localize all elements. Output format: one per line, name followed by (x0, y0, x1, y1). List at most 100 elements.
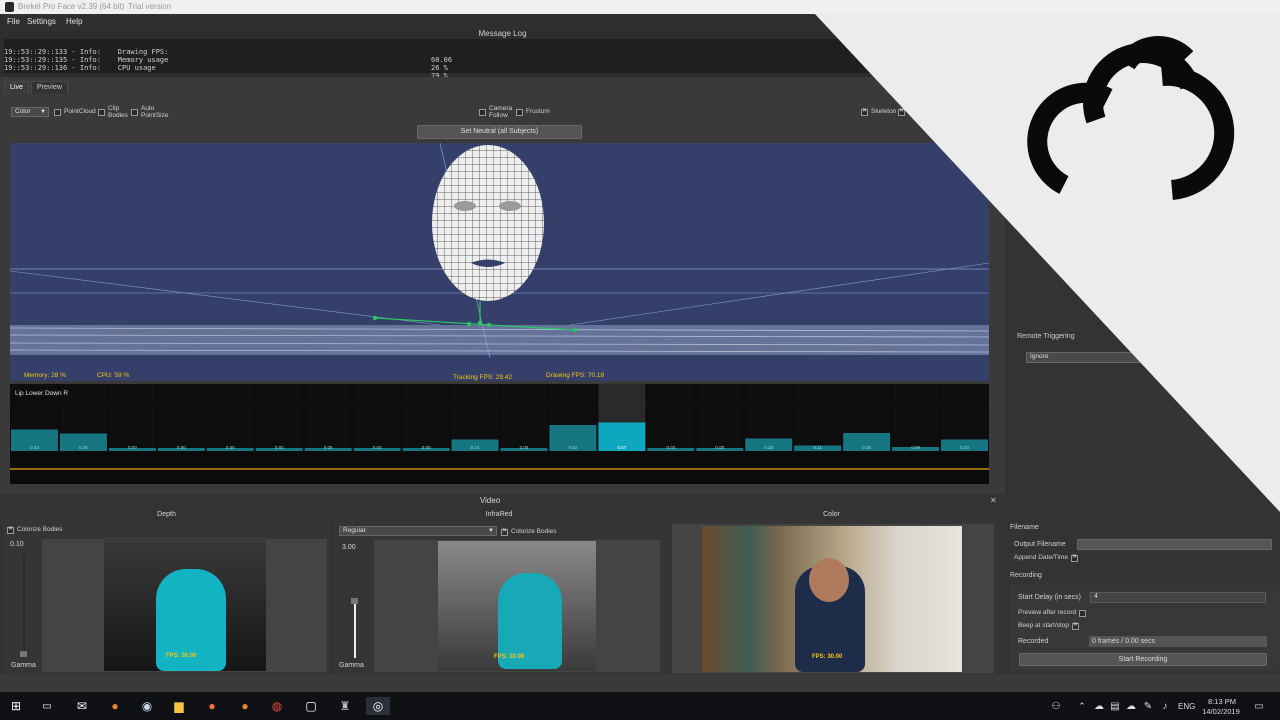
clip-bodies-label: Clip Bodies (108, 105, 128, 119)
pen-icon[interactable]: ✎ (1139, 697, 1157, 715)
extra-checkbox[interactable] (898, 108, 905, 116)
graph-cell (892, 384, 940, 451)
mail-icon[interactable]: ✉ (73, 697, 91, 715)
infrared-mode-select[interactable]: Regular ▼ (339, 526, 497, 536)
log-value: 26 % (431, 64, 448, 72)
log-row: 19::53::29::133 - Info: Drawing FPS: 60.… (4, 40, 452, 64)
remote-trigger-select[interactable]: Ignore (1026, 352, 1166, 363)
menu-file[interactable]: File (7, 17, 20, 26)
disabled-settings-group (1016, 370, 1236, 470)
folder-icon[interactable]: ▆ (170, 697, 188, 715)
append-datetime-checkbox[interactable]: Append Date/Time (1014, 554, 1078, 562)
app-icon (5, 2, 14, 12)
color-camera-image: FPS: 30.00 (702, 526, 962, 672)
graph-bar-label: 0.57 (617, 445, 626, 450)
graph-bar-label: 0.00 (226, 445, 235, 450)
menu-settings[interactable]: Settings (27, 17, 56, 26)
checkbox-box (898, 108, 905, 116)
menu-help[interactable]: Help (66, 17, 82, 26)
start-delay-input[interactable]: 4 (1090, 592, 1266, 603)
log-text: 19::53::29::136 - Info: CPU usage (4, 64, 156, 72)
obs-icon[interactable]: ◎ (366, 697, 390, 715)
task-view-icon[interactable]: ▭ (38, 697, 56, 715)
graph-bar-label: 0.25 (764, 445, 773, 450)
infrared-colorize-checkbox[interactable]: Colorize Bodies (501, 528, 557, 536)
skeleton-checkbox[interactable]: Skeleton (861, 108, 896, 116)
checkbox-box (501, 528, 508, 536)
blender-icon[interactable]: ● (236, 697, 254, 715)
3d-viewport[interactable]: Memory: 28 % CPU: 59 % Tracking FPS: 29.… (10, 143, 989, 381)
tab-preview[interactable]: Preview (31, 81, 68, 94)
chevron-down-icon: ▼ (40, 109, 46, 115)
chrome-icon[interactable]: ◍ (268, 697, 286, 715)
checkbox-box (98, 109, 105, 116)
graph-title: Lip Lower Down R (15, 390, 68, 397)
filename-section: Filename (1010, 524, 1039, 531)
depth-colorize-checkbox[interactable]: Colorize Bodies (7, 526, 63, 534)
blender-icon[interactable]: ● (106, 697, 124, 715)
checkbox-box (516, 109, 523, 116)
color-mode-select[interactable]: Color ▼ (11, 107, 49, 117)
start-recording-button[interactable]: Start Recording (1019, 653, 1267, 666)
tab-bar: Live Preview (0, 81, 1000, 95)
beep-label: Beep at start/stop (1018, 622, 1069, 629)
volume-icon[interactable]: ♪ (1156, 697, 1174, 715)
chevron-up-icon[interactable]: ⌃ (1073, 697, 1091, 715)
checkbox-box (1070, 554, 1078, 562)
preview-after-record-checkbox[interactable]: Preview after record (1018, 609, 1087, 617)
camera-follow-label: Camera Follow (489, 105, 513, 119)
message-log-list[interactable]: 19::53::29::133 - Info: Drawing FPS: 60.… (4, 39, 994, 80)
clock-time[interactable]: 8:13 PM (1202, 697, 1242, 706)
graph-cell (353, 384, 401, 451)
output-filename-input[interactable] (1077, 539, 1272, 550)
brekel-icon[interactable]: ♜ (336, 697, 354, 715)
color-title: Color (823, 511, 840, 518)
people-icon[interactable]: ⚇ (1047, 697, 1065, 715)
graph-bar-label: 0.11 (813, 445, 822, 450)
checkbox-box (1071, 622, 1079, 630)
oculus-icon[interactable]: ▢ (302, 697, 320, 715)
pointcloud-checkbox[interactable]: PointCloud (54, 108, 96, 116)
graph-cell (500, 384, 548, 451)
graph-bar-label: 0.00 (128, 445, 137, 450)
graph-bar-label: 0.23 (471, 445, 480, 450)
beep-checkbox[interactable]: Beep at start/stop (1018, 622, 1079, 630)
slider-handle[interactable] (20, 651, 27, 657)
pointcloud-label: PointCloud (64, 108, 96, 115)
output-filename-label: Output Filename (1014, 541, 1066, 548)
blendshape-graph[interactable]: 0.43 0.35 0.00 0.00 0.00 0.00 0.05 0.00 0.00 0.23… (10, 384, 989, 484)
skeleton-label: Skeleton (871, 108, 897, 115)
recording-section: Recording (1010, 572, 1042, 579)
face-mesh (432, 145, 544, 301)
windows-start-icon[interactable]: ⊞ (7, 697, 25, 715)
depth-gamma-slider[interactable] (23, 556, 25, 656)
steam-icon[interactable]: ◉ (138, 697, 156, 715)
firefox-icon[interactable]: ● (203, 697, 221, 715)
notification-icon[interactable]: ▭ (1250, 697, 1268, 715)
clock-date[interactable]: 14/02/2019 (1200, 707, 1242, 716)
depth-gamma-value[interactable]: 0.10 (10, 541, 24, 548)
clip-bodies-checkbox[interactable]: Clip Bodies (98, 105, 128, 119)
graph-cell (255, 384, 303, 451)
frustum-checkbox[interactable]: Frustum (516, 108, 550, 116)
tab-live[interactable]: Live (4, 81, 29, 94)
graph-cell (206, 384, 254, 451)
start-delay-label: Start Delay (in secs) (1018, 594, 1082, 601)
auto-pointsize-checkbox[interactable]: Auto PointSize (131, 105, 171, 119)
title-bar: Brekel Pro Face v2.39 (64 bit) Trial ver… (0, 0, 1280, 14)
close-icon[interactable]: ✕ (990, 496, 997, 505)
language-indicator[interactable]: ENG (1178, 702, 1195, 711)
set-neutral-button[interactable]: Set Neutral (all Subjects) (417, 125, 582, 139)
graph-bar-label: 0.00 (422, 445, 431, 450)
person-face (809, 558, 849, 602)
graph-bar-label: 0.03 (666, 445, 675, 450)
camera-follow-checkbox[interactable]: Camera Follow (479, 105, 519, 119)
graph-bar-label: 0.05 (520, 445, 529, 450)
infrared-fps: FPS: 30.00 (494, 654, 525, 660)
log-value: 60.06 (431, 56, 453, 64)
slider-handle[interactable] (351, 598, 358, 604)
infrared-gamma-slider[interactable] (354, 602, 356, 658)
cloud-icon[interactable]: ☁ (1122, 697, 1140, 715)
depth-gamma-label: Gamma (11, 662, 36, 669)
infrared-gamma-value[interactable]: 3.00 (342, 544, 356, 551)
